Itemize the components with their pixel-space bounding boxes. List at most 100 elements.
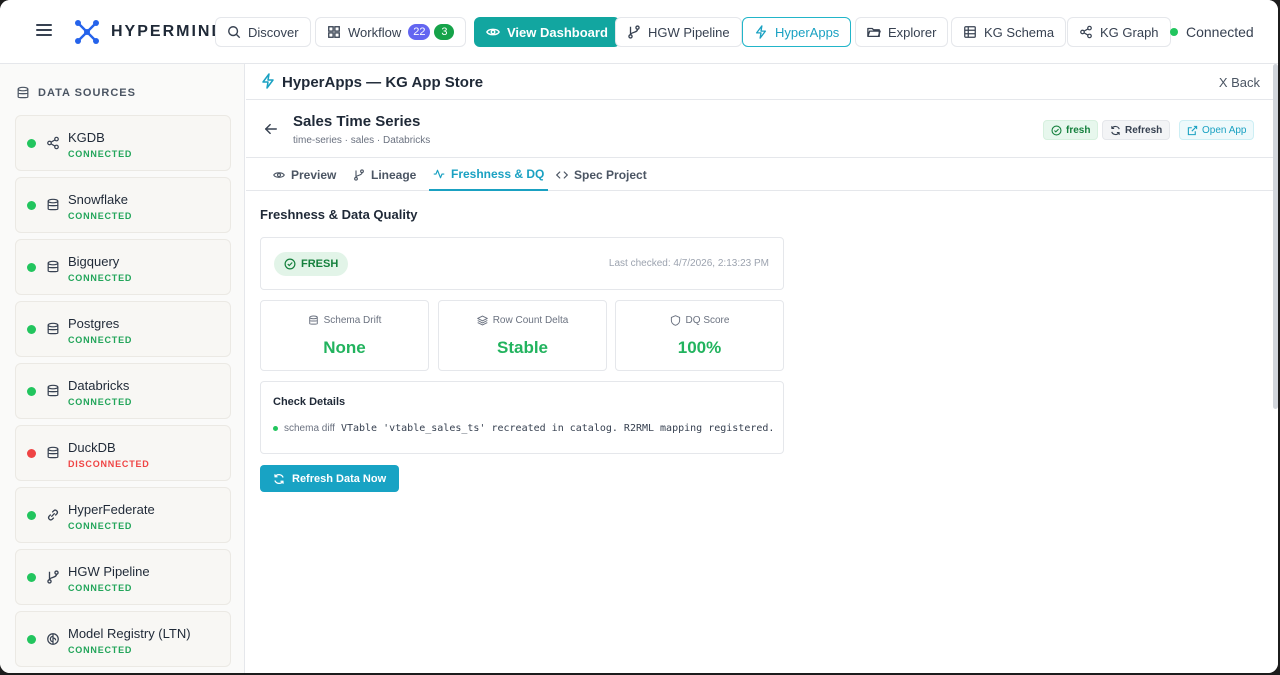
- metric-dq-score: DQ Score 100%: [615, 300, 784, 371]
- last-checked-timestamp: Last checked: 4/7/2026, 2:13:23 PM: [608, 258, 769, 269]
- hgw-pipeline-button[interactable]: HGW Pipeline: [615, 17, 742, 47]
- status-dot: [27, 635, 36, 644]
- tab-preview[interactable]: Preview: [269, 158, 340, 191]
- eye-icon: [273, 171, 285, 178]
- kg-schema-button[interactable]: KG Schema: [951, 17, 1067, 47]
- data-source-name: HGW Pipeline: [68, 564, 150, 579]
- tab-spec-project[interactable]: Spec Project: [552, 158, 651, 191]
- sidebar-title-label: DATA SOURCES: [38, 87, 136, 99]
- fresh-status-badge: FRESH: [274, 252, 349, 276]
- view-dashboard-label: View Dashboard: [507, 24, 608, 40]
- data-source-card[interactable]: Bigquery CONNECTED: [15, 239, 231, 295]
- workflow-count-badge: 22: [408, 24, 431, 40]
- hyperapps-button[interactable]: HyperApps: [742, 17, 852, 47]
- page-title: HyperApps — KG App Store: [282, 74, 484, 91]
- refresh-data-now-button[interactable]: Refresh Data Now: [260, 465, 400, 492]
- data-source-card[interactable]: Postgres CONNECTED: [15, 301, 231, 357]
- code-icon: [556, 170, 568, 179]
- tab-freshness-dq[interactable]: Freshness & DQ: [429, 158, 549, 191]
- workflow-label: Workflow: [348, 24, 402, 40]
- hyperapps-label: HyperApps: [775, 24, 840, 40]
- lightning-icon: [262, 73, 274, 89]
- fresh-status-label: FRESH: [301, 258, 339, 270]
- eye-icon: [486, 28, 500, 36]
- refresh-button[interactable]: Refresh: [1102, 120, 1171, 140]
- status-dot: [27, 263, 36, 272]
- status-dot: [27, 573, 36, 582]
- search-icon: [228, 26, 241, 39]
- metric-value: Stable: [496, 338, 549, 357]
- data-source-name: Databricks: [68, 378, 130, 393]
- status-dot: [27, 139, 36, 148]
- check-details-title: Check Details: [273, 396, 346, 408]
- git-branch-icon: [354, 168, 364, 181]
- data-source-card[interactable]: Model Registry (LTN) CONNECTED: [15, 611, 231, 667]
- workflow-secondary-badge: 3: [434, 24, 455, 40]
- back-link[interactable]: X Back: [1219, 75, 1260, 90]
- data-source-name: KGDB: [68, 130, 105, 145]
- hypermind-logo-icon: [75, 20, 99, 44]
- app-title: Sales Time Series: [293, 113, 421, 130]
- tab-lineage[interactable]: Lineage: [349, 158, 420, 191]
- detail-tabs: Preview Lineage Freshness & DQ Spec Proj…: [246, 158, 1278, 191]
- refresh-label: Refresh: [1125, 124, 1163, 136]
- section-title: Freshness & Data Quality: [260, 207, 418, 222]
- app-detail-header: Sales Time Series time-series · sales · …: [246, 100, 1278, 158]
- database-icon: [46, 260, 60, 274]
- data-source-status: CONNECTED: [68, 149, 133, 159]
- sidebar-title: DATA SOURCES: [16, 86, 136, 100]
- status-dot: [27, 387, 36, 396]
- check-message: VTable 'vtable_sales_ts' recreated in ca…: [340, 423, 775, 434]
- kg-graph-button[interactable]: KG Graph: [1067, 17, 1171, 47]
- kg-graph-label: KG Graph: [1100, 24, 1159, 40]
- activity-icon: [433, 169, 445, 178]
- git-branch-icon: [628, 25, 640, 39]
- open-app-button[interactable]: Open App: [1179, 120, 1255, 140]
- database-icon: [46, 198, 60, 212]
- check-kind: schema diff: [284, 423, 335, 434]
- metric-label-text: DQ Score: [685, 315, 730, 326]
- app-subtitle: time-series · sales · Databricks: [293, 135, 431, 146]
- hgw-pipeline-label: HGW Pipeline: [648, 24, 730, 40]
- discover-label: Discover: [248, 24, 299, 40]
- refresh-icon: [1111, 125, 1120, 135]
- data-source-name: Snowflake: [68, 192, 128, 207]
- view-dashboard-button[interactable]: View Dashboard: [474, 17, 620, 47]
- discover-button[interactable]: Discover: [215, 17, 311, 47]
- data-source-card[interactable]: Snowflake CONNECTED: [15, 177, 231, 233]
- data-source-status: DISCONNECTED: [68, 459, 150, 469]
- status-dot: [27, 511, 36, 520]
- data-source-card[interactable]: KGDB CONNECTED: [15, 115, 231, 171]
- workflow-button[interactable]: Workflow 22 3: [315, 17, 467, 47]
- tab-preview-label: Preview: [291, 167, 337, 182]
- check-circle-icon: [284, 258, 296, 270]
- data-source-card[interactable]: HyperFederate CONNECTED: [15, 487, 231, 543]
- data-source-name: Bigquery: [68, 254, 120, 269]
- share-icon: [1080, 25, 1092, 39]
- database-icon: [308, 315, 318, 325]
- hamburger-menu-icon[interactable]: [36, 22, 52, 38]
- metric-row-count-delta: Row Count Delta Stable: [438, 300, 607, 371]
- vertical-scrollbar[interactable]: [1273, 64, 1278, 409]
- data-source-name: DuckDB: [68, 440, 116, 455]
- data-source-card[interactable]: DuckDB DISCONNECTED: [15, 425, 231, 481]
- status-dot: [27, 449, 36, 458]
- data-source-card[interactable]: Databricks CONNECTED: [15, 363, 231, 419]
- top-navigation-bar: HYPERMIND Discover Workflow 22 3 View Da…: [0, 0, 1278, 64]
- metric-label-text: Schema Drift: [323, 315, 382, 326]
- data-source-status: CONNECTED: [68, 645, 133, 655]
- explorer-button[interactable]: Explorer: [855, 17, 949, 47]
- data-source-card[interactable]: HGW Pipeline CONNECTED: [15, 549, 231, 605]
- arrow-left-icon[interactable]: [264, 122, 278, 136]
- metric-label-text: Row Count Delta: [492, 315, 569, 326]
- app-window: HYPERMIND Discover Workflow 22 3 View Da…: [0, 0, 1278, 673]
- lightning-icon: [755, 25, 767, 39]
- data-source-status: CONNECTED: [68, 211, 133, 221]
- tab-spec-project-label: Spec Project: [574, 167, 647, 182]
- metric-value: None: [323, 338, 366, 357]
- check-detail-row: schema diff VTable 'vtable_sales_ts' rec…: [273, 423, 774, 434]
- data-source-status: CONNECTED: [68, 521, 133, 531]
- external-link-icon: [1187, 125, 1198, 135]
- database-icon: [17, 86, 29, 99]
- metric-label: DQ Score: [616, 315, 783, 326]
